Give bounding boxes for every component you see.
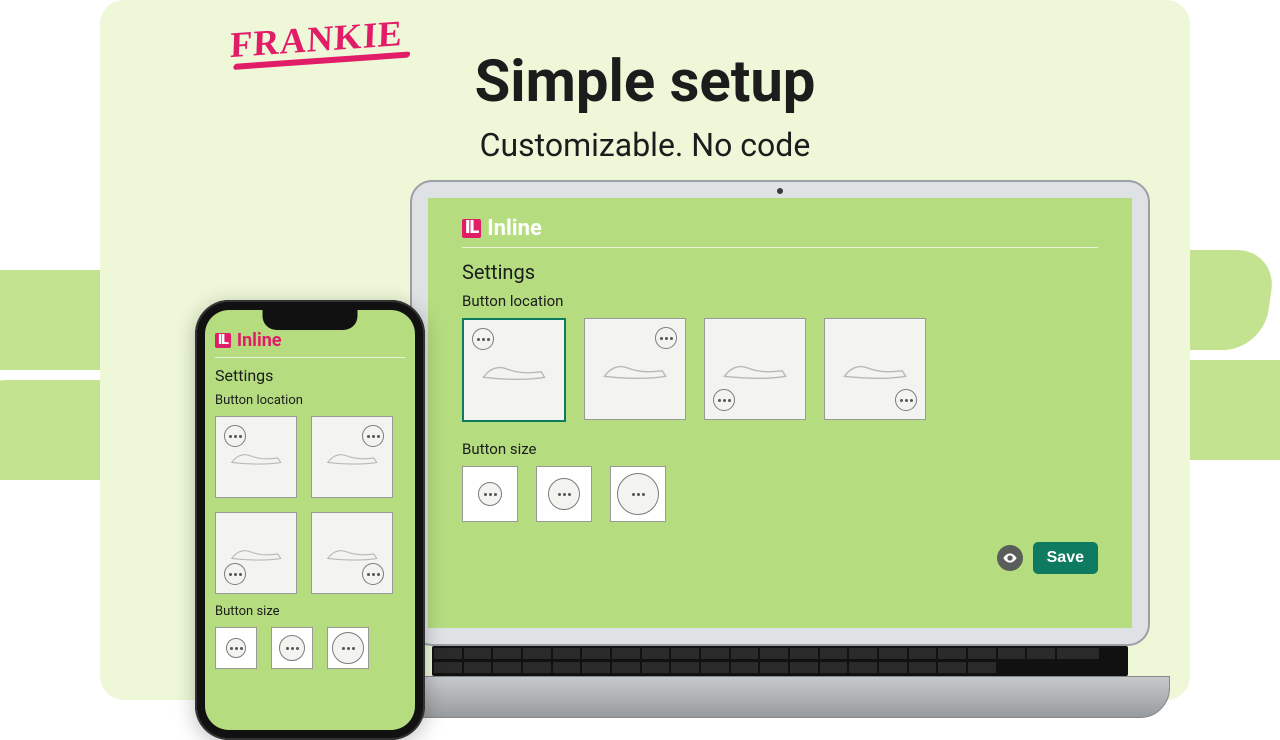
inline-logo-icon: IL bbox=[462, 219, 481, 238]
panel-header: IL Inline bbox=[462, 216, 1098, 248]
position-pin-icon bbox=[362, 563, 384, 585]
position-pin-icon bbox=[224, 563, 246, 585]
phone-notch bbox=[263, 308, 358, 330]
button-location-label: Button location bbox=[215, 393, 405, 408]
location-option-bottom-right[interactable] bbox=[311, 512, 393, 594]
size-option-small[interactable] bbox=[215, 627, 257, 669]
dots-icon bbox=[478, 482, 502, 506]
shoe-icon bbox=[480, 353, 548, 388]
panel-title: Inline bbox=[487, 216, 542, 241]
phone-mockup: IL Inline Settings Button location Butt bbox=[195, 300, 425, 740]
hero-subtitle: Customizable. No code bbox=[100, 126, 1190, 164]
size-option-large[interactable] bbox=[610, 466, 666, 522]
shoe-icon bbox=[721, 352, 789, 387]
position-pin-icon bbox=[224, 425, 246, 447]
size-option-medium[interactable] bbox=[271, 627, 313, 669]
position-pin-icon bbox=[655, 327, 677, 349]
laptop-camera-icon bbox=[777, 188, 783, 194]
settings-heading: Settings bbox=[462, 260, 1098, 284]
dots-icon bbox=[617, 473, 659, 515]
eye-icon bbox=[1002, 550, 1018, 566]
location-option-top-right[interactable] bbox=[311, 416, 393, 498]
size-option-small[interactable] bbox=[462, 466, 518, 522]
inline-logo-icon: IL bbox=[215, 333, 231, 348]
position-pin-icon bbox=[362, 425, 384, 447]
position-pin-icon bbox=[895, 389, 917, 411]
dots-icon bbox=[548, 478, 580, 510]
save-button[interactable]: Save bbox=[1033, 542, 1098, 574]
hero-title: Simple setup bbox=[100, 48, 1190, 116]
location-option-top-left[interactable] bbox=[215, 416, 297, 498]
dots-icon bbox=[279, 635, 305, 661]
location-option-bottom-left[interactable] bbox=[704, 318, 806, 420]
location-option-bottom-right[interactable] bbox=[824, 318, 926, 420]
shoe-icon bbox=[229, 443, 283, 471]
location-option-top-left[interactable] bbox=[462, 318, 566, 422]
location-option-top-right[interactable] bbox=[584, 318, 686, 420]
preview-button[interactable] bbox=[997, 545, 1023, 571]
location-option-bottom-left[interactable] bbox=[215, 512, 297, 594]
button-size-label: Button size bbox=[215, 604, 405, 619]
size-option-medium[interactable] bbox=[536, 466, 592, 522]
dots-icon bbox=[332, 632, 364, 664]
settings-heading: Settings bbox=[215, 366, 405, 385]
shoe-icon bbox=[325, 443, 379, 471]
size-option-large[interactable] bbox=[327, 627, 369, 669]
panel-header: IL Inline bbox=[215, 330, 405, 358]
button-location-label: Button location bbox=[462, 292, 1098, 310]
laptop-keyboard bbox=[432, 646, 1128, 676]
dots-icon bbox=[226, 638, 246, 658]
panel-title: Inline bbox=[237, 330, 282, 351]
laptop-base bbox=[390, 676, 1170, 718]
phone-app-screen: IL Inline Settings Button location Butt bbox=[205, 310, 415, 730]
position-pin-icon bbox=[472, 328, 494, 350]
laptop-app-screen: IL Inline Settings Button location bbox=[428, 198, 1132, 628]
shoe-icon bbox=[601, 352, 669, 387]
shoe-icon bbox=[841, 352, 909, 387]
position-pin-icon bbox=[713, 389, 735, 411]
laptop-mockup: IL Inline Settings Button location bbox=[410, 180, 1150, 718]
button-size-label: Button size bbox=[462, 440, 1098, 458]
